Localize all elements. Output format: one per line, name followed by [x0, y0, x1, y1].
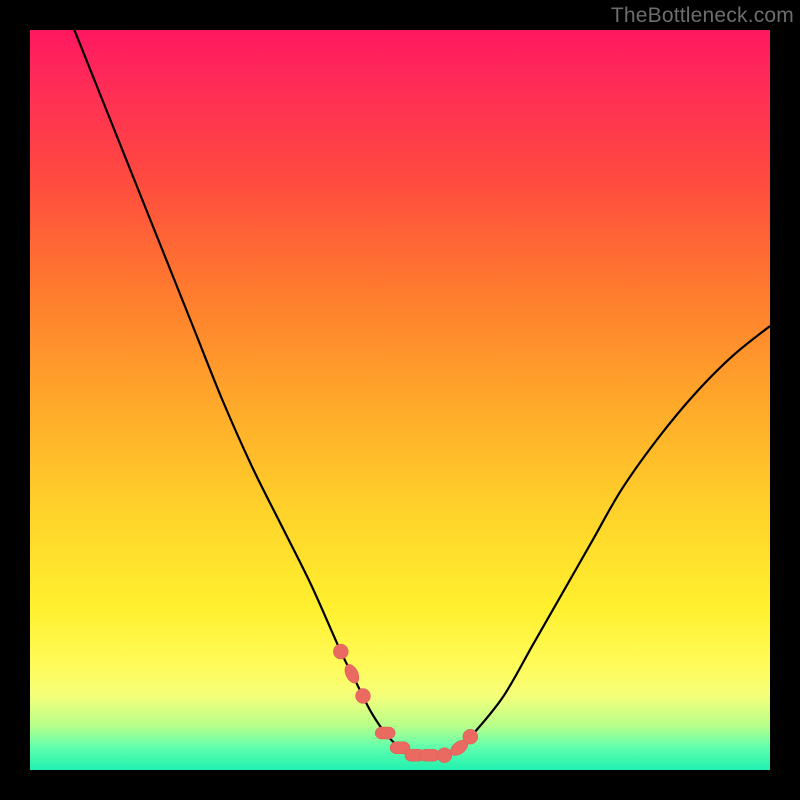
marker-pill — [420, 749, 440, 761]
marker-dot — [333, 644, 348, 659]
marker-tilted — [342, 662, 362, 685]
plot-area — [30, 30, 770, 770]
chart-frame: TheBottleneck.com — [0, 0, 800, 800]
watermark-text: TheBottleneck.com — [611, 4, 794, 28]
curve-layer — [30, 30, 770, 770]
marker-pill — [375, 727, 395, 739]
highlight-dots — [333, 644, 478, 763]
marker-dot — [463, 729, 478, 744]
marker-dot — [356, 689, 371, 704]
bottleneck-curve — [74, 30, 770, 756]
marker-dot — [437, 748, 452, 763]
